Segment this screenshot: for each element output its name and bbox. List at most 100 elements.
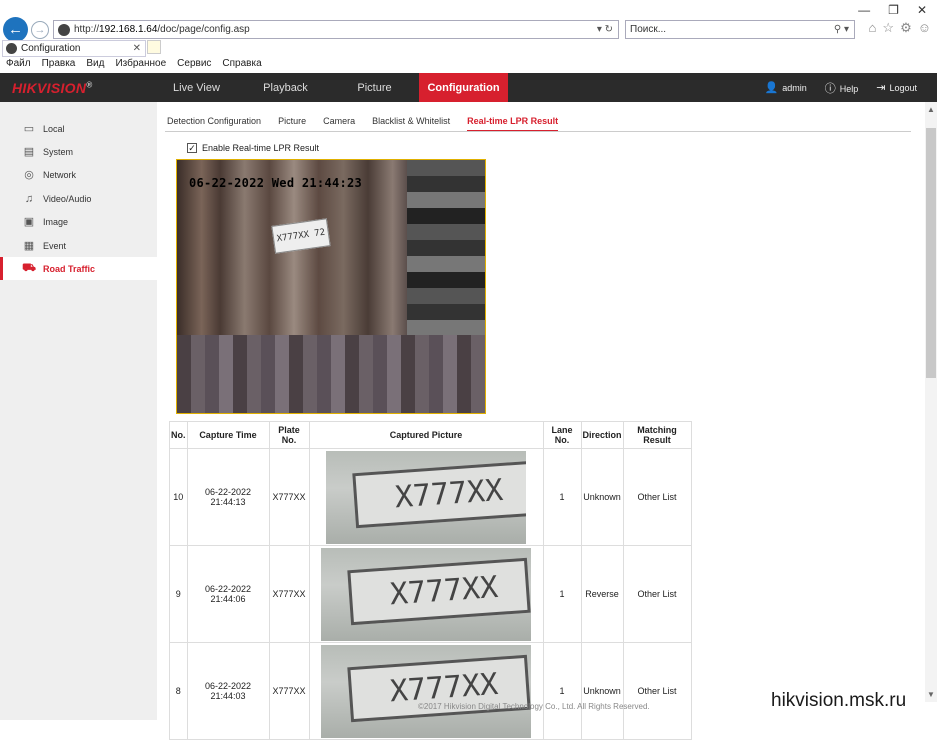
menu-edit[interactable]: Правка [42, 58, 76, 69]
restore-icon[interactable]: ❐ [888, 3, 899, 17]
checkbox-checked[interactable]: ✓ [187, 143, 197, 153]
scroll-up-icon[interactable]: ▲ [927, 105, 935, 114]
sidebar-item-video-audio[interactable]: ♫ Video/Audio [0, 187, 157, 210]
cell-capture-time: 06-22-2022 21:44:13 [186, 448, 270, 546]
menu-favorites[interactable]: Избранное [115, 58, 166, 69]
menu-view[interactable]: Вид [86, 58, 104, 69]
table-row: 10 06-22-2022 21:44:13 X777XX X777XX 1 U… [169, 448, 692, 546]
search-box[interactable]: Поиск... ⚲ ▾ [625, 20, 855, 39]
logout-icon: ⇥ [876, 82, 886, 94]
col-captured-picture: Captured Picture [308, 421, 544, 449]
sidebar-item-system[interactable]: ▤ System [0, 140, 157, 163]
nav-picture[interactable]: Picture [330, 73, 419, 102]
nav-playback[interactable]: Playback [241, 73, 330, 102]
cell-lane: 1 [542, 545, 582, 643]
cell-plate-no: X777XX [268, 448, 310, 546]
enable-lpr-checkbox-row[interactable]: ✓ Enable Real-time LPR Result [187, 143, 319, 153]
browser-tab[interactable]: Configuration ✕ [2, 40, 146, 57]
pixelated-region [177, 335, 485, 413]
settings-gear-icon[interactable]: ⚙ [900, 20, 912, 36]
help-label: Help [839, 83, 859, 94]
cell-direction: Reverse [580, 545, 624, 643]
cell-no: 10 [169, 448, 188, 546]
sidebar-item-label: Road Traffic [43, 263, 96, 274]
sidebar-item-image[interactable]: ▣ Image [0, 210, 157, 233]
vertical-scrollbar[interactable]: ▲ ▼ [925, 102, 937, 702]
tab-title: Configuration [21, 43, 81, 54]
scroll-thumb[interactable] [926, 128, 936, 378]
sidebar-item-local[interactable]: ▭ Local [0, 117, 157, 140]
tab-blacklist-whitelist[interactable]: Blacklist & Whitelist [372, 112, 450, 132]
cell-matching-result: Other List [622, 545, 692, 643]
sidebar-item-network[interactable]: ◎ Network [0, 163, 157, 186]
favorites-star-icon[interactable]: ☆ [882, 20, 894, 36]
logout-label: Logout [889, 83, 917, 93]
tab-picture[interactable]: Picture [278, 112, 306, 132]
new-tab-button[interactable] [147, 40, 161, 54]
cell-matching-result: Other List [622, 448, 692, 546]
sidebar-item-label: Image [43, 216, 69, 227]
sub-tabs: Detection Configuration Picture Camera B… [167, 112, 575, 132]
watermark: hikvision.msk.ru [771, 690, 907, 711]
tab-camera[interactable]: Camera [323, 112, 355, 132]
close-tab-icon[interactable]: ✕ [133, 43, 141, 54]
plate-image-text: X777XX [347, 557, 531, 625]
home-icon[interactable]: ⌂ [869, 20, 877, 36]
plate-image-text: X777XX [352, 460, 526, 528]
captured-plate-image: X777XX [326, 450, 526, 544]
search-icon[interactable]: ⚲ ▾ [834, 24, 854, 35]
table-row: 8 06-22-2022 21:44:03 X777XX X777XX 1 Un… [169, 642, 692, 740]
menu-bar: Файл Правка Вид Избранное Сервис Справка [0, 58, 273, 69]
minimize-icon[interactable]: — [858, 3, 870, 17]
username: admin [782, 83, 807, 93]
cell-capture-time: 06-22-2022 21:44:03 [186, 642, 270, 740]
calendar-icon: ▦ [23, 240, 35, 252]
copyright-footer: ©2017 Hikvision Digital Technology Co., … [418, 702, 650, 711]
menu-tools[interactable]: Сервис [177, 58, 211, 69]
window-controls: — ❐ ✕ [858, 3, 927, 17]
user-menu[interactable]: 👤 admin [765, 81, 807, 94]
col-no: No. [169, 421, 188, 449]
sidebar-item-label: Event [43, 240, 67, 251]
site-icon [58, 23, 70, 36]
video-timestamp: 06-22-2022 Wed 21:44:23 [189, 176, 363, 190]
road-traffic-icon: ⛟ [22, 261, 36, 274]
tab-realtime-lpr-result[interactable]: Real-time LPR Result [467, 112, 559, 132]
menu-file[interactable]: Файл [6, 58, 31, 69]
sidebar-item-road-traffic[interactable]: ⛟ Road Traffic [0, 257, 157, 280]
top-navigation: HIKVISION® Live View Playback Picture Co… [0, 73, 937, 102]
nav-configuration[interactable]: Configuration [419, 73, 508, 102]
cell-captured-picture: X777XX [308, 448, 544, 546]
forward-button[interactable]: → [31, 20, 49, 39]
help-link[interactable]: ⓘ Help [825, 80, 859, 96]
cell-direction: Unknown [580, 642, 624, 740]
license-plate-in-video: X777XX 72 [271, 218, 331, 254]
cell-plate-no: X777XX [268, 642, 310, 740]
image-icon: ▣ [23, 216, 35, 228]
address-tools-icon[interactable]: ▾ ↻ [597, 24, 618, 35]
table-row: 9 06-22-2022 21:44:06 X777XX X777XX 1 Re… [169, 545, 692, 643]
captured-plate-image: X777XX [321, 547, 531, 641]
mic-icon: ♫ [24, 192, 34, 205]
col-matching-result: Matching Result [622, 421, 692, 449]
scroll-down-icon[interactable]: ▼ [927, 690, 935, 699]
hikvision-logo: HIKVISION® [12, 80, 93, 96]
cell-captured-picture: X777XX [308, 545, 544, 643]
lpr-result-table: No. Capture Time Plate No. Captured Pict… [169, 421, 692, 740]
monitor-icon: ▭ [23, 123, 35, 135]
cell-plate-no: X777XX [268, 545, 310, 643]
cell-captured-picture: X777XX [308, 642, 544, 740]
col-plate-no: Plate No. [268, 421, 310, 449]
nav-live-view[interactable]: Live View [152, 73, 241, 102]
sidebar-item-label: System [43, 146, 74, 157]
site-icon [6, 43, 17, 54]
logout-link[interactable]: ⇥ Logout [876, 81, 917, 94]
sidebar-item-event[interactable]: ▦ Event [0, 234, 157, 257]
tab-detection-configuration[interactable]: Detection Configuration [167, 112, 261, 132]
close-window-icon[interactable]: ✕ [917, 3, 927, 17]
address-bar[interactable]: http://192.168.1.64/doc/page/config.asp … [53, 20, 619, 39]
back-button[interactable]: ← [3, 17, 28, 42]
cell-matching-result: Other List [622, 642, 692, 740]
menu-help[interactable]: Справка [222, 58, 261, 69]
smiley-icon[interactable]: ☺ [918, 20, 931, 36]
